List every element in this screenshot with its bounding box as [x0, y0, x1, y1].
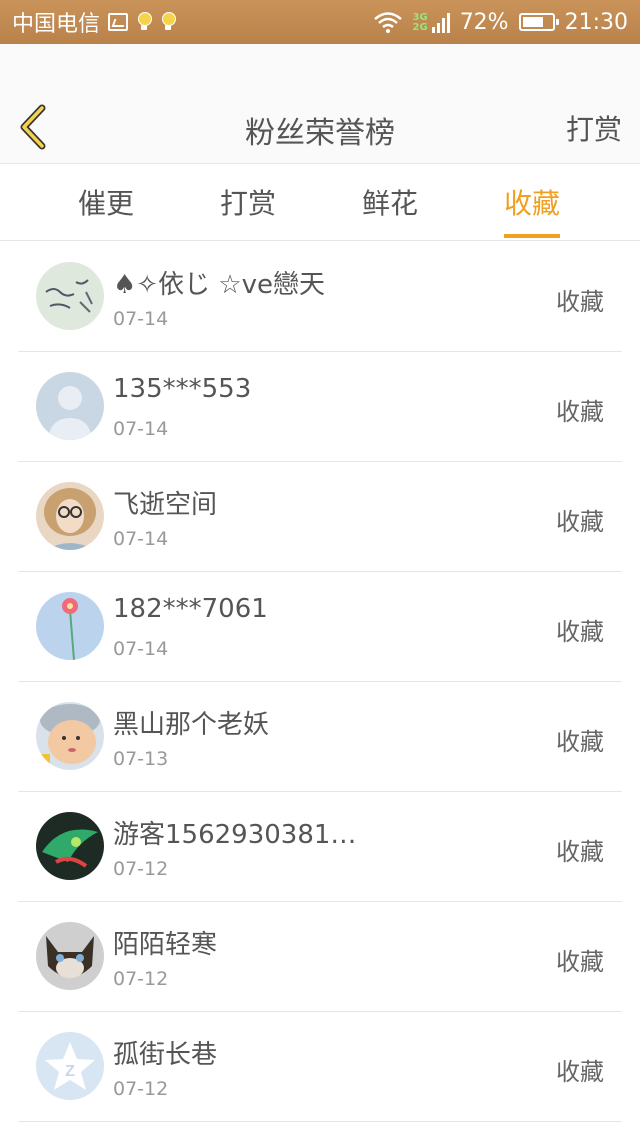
signal-indicator: 3G 2G	[413, 11, 450, 33]
item-type: 收藏	[556, 838, 604, 866]
item-date: 07-12	[113, 858, 169, 880]
list-item[interactable]: 飞逝空间 07-14 收藏	[0, 462, 640, 572]
divider	[18, 1121, 622, 1122]
user-name: 182***7061	[113, 594, 268, 624]
list-item[interactable]: 黑山那个老妖 07-13 收藏	[0, 682, 640, 792]
game-character-avatar	[36, 812, 104, 880]
status-right: 3G 2G 72% 21:30	[373, 10, 628, 35]
status-bar: 中国电信 3G 2G 72% 21:30	[0, 0, 640, 44]
tab-label: 催更	[78, 187, 135, 220]
default-person-avatar	[36, 372, 104, 440]
flower-avatar	[36, 592, 104, 660]
girl-glasses-avatar	[36, 482, 104, 550]
carrier-label: 中国电信	[12, 12, 101, 37]
item-date: 07-13	[113, 748, 169, 770]
gallery-icon	[108, 13, 129, 31]
cat-avatar	[36, 922, 104, 990]
tab-favorites[interactable]: 收藏	[504, 182, 561, 238]
list-item[interactable]: 182***7061 07-14 收藏	[0, 572, 640, 682]
item-date: 07-14	[113, 308, 169, 330]
tab-flowers[interactable]: 鲜花	[362, 182, 418, 238]
list-item[interactable]: 135***553 07-14 收藏	[0, 352, 640, 462]
user-name: 陌陌轻寒	[113, 930, 218, 960]
user-name: 孤街长巷	[113, 1040, 218, 1070]
item-date: 07-12	[113, 968, 169, 990]
active-tab-indicator	[504, 234, 561, 238]
item-date: 07-14	[113, 638, 169, 660]
item-date: 07-14	[113, 418, 169, 440]
user-name: 135***553	[113, 374, 252, 404]
page-title: 粉丝荣誉榜	[245, 116, 395, 151]
svg-text:Z: Z	[65, 1063, 75, 1080]
item-type: 收藏	[556, 948, 604, 976]
battery-icon	[518, 13, 559, 31]
reward-button[interactable]: 打赏	[566, 108, 622, 148]
baby-avatar	[36, 702, 104, 770]
handwriting-avatar	[36, 262, 104, 330]
list-item[interactable]: 游客1562930381… 07-12 收藏	[0, 792, 640, 902]
header-bar: 粉丝荣誉榜 打赏	[0, 44, 640, 164]
item-type: 收藏	[556, 728, 604, 756]
item-type: 收藏	[556, 508, 604, 536]
tab-label: 收藏	[504, 187, 561, 220]
signal-bars-icon	[431, 11, 450, 33]
bulb-icon	[136, 12, 153, 32]
item-type: 收藏	[556, 288, 604, 316]
tab-label: 鲜花	[362, 187, 419, 220]
bulb-icon	[160, 12, 177, 32]
tab-urge[interactable]: 催更	[78, 182, 134, 238]
list-item[interactable]: Z 孤街长巷 07-12 收藏	[0, 1012, 640, 1122]
item-type: 收藏	[556, 1058, 604, 1086]
wifi-icon	[373, 12, 402, 33]
tab-reward[interactable]: 打赏	[220, 182, 276, 238]
item-date: 07-12	[113, 1078, 169, 1100]
clock: 21:30	[564, 9, 628, 35]
list-item[interactable]: ♠✧依じ ☆ve戀天 07-14 收藏	[0, 242, 640, 352]
item-type: 收藏	[556, 398, 604, 426]
item-type: 收藏	[556, 618, 604, 646]
list-item[interactable]: 陌陌轻寒 07-12 收藏	[0, 902, 640, 1012]
network-2g-label: 2G	[412, 22, 428, 33]
user-name: 黑山那个老妖	[113, 710, 270, 740]
tab-bar: 催更 打赏 鲜花 收藏	[0, 164, 640, 241]
user-name: ♠✧依じ ☆ve戀天	[113, 270, 326, 300]
tab-label: 打赏	[220, 187, 277, 220]
user-name: 飞逝空间	[113, 490, 218, 520]
qzone-star-avatar: Z	[36, 1032, 104, 1100]
battery-percent: 72%	[459, 9, 509, 35]
status-left: 中国电信	[12, 6, 177, 38]
user-name: 游客1562930381…	[113, 820, 357, 850]
item-date: 07-14	[113, 528, 169, 550]
